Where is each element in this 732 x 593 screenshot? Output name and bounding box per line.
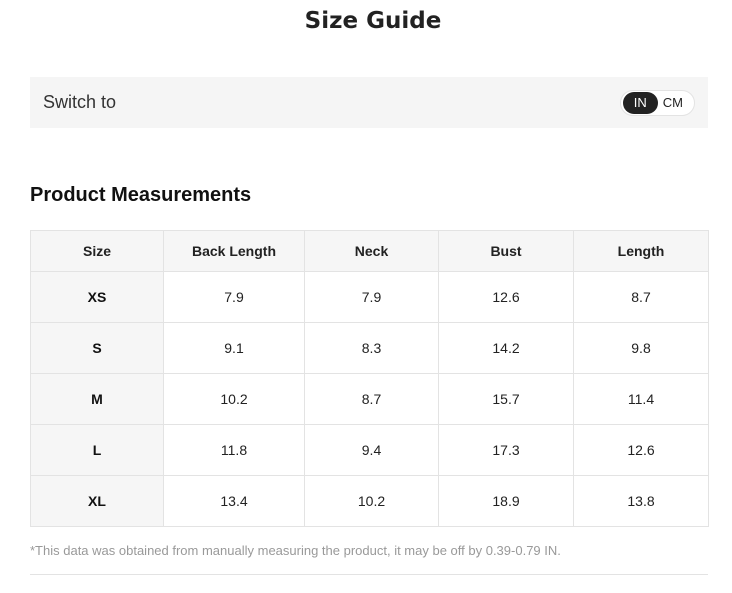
table-row: XL 13.4 10.2 18.9 13.8	[30, 475, 709, 527]
measurements-table: Size Back Length Neck Bust Length XS 7.9…	[30, 230, 709, 527]
page-title: Size Guide	[304, 8, 442, 34]
unit-switch-bar: Switch to IN CM	[30, 77, 708, 128]
table-row: S 9.1 8.3 14.2 9.8	[30, 322, 709, 374]
section-title: Product Measurements	[30, 184, 252, 206]
table-cell: 9.4	[304, 424, 439, 476]
size-cell: L	[30, 424, 164, 476]
table-row: L 11.8 9.4 17.3 12.6	[30, 424, 709, 476]
switch-label: Switch to	[43, 92, 117, 112]
column-header: Neck	[304, 230, 439, 272]
table-row: XS 7.9 7.9 12.6 8.7	[30, 271, 709, 323]
table-cell: 13.8	[573, 475, 709, 527]
table-cell: 9.1	[163, 322, 305, 374]
size-cell: M	[30, 373, 164, 425]
table-cell: 8.3	[304, 322, 439, 374]
table-cell: 7.9	[163, 271, 305, 323]
table-cell: 11.4	[573, 373, 709, 425]
table-header-row: Size Back Length Neck Bust Length	[30, 230, 709, 272]
column-header: Bust	[438, 230, 574, 272]
table-cell: 10.2	[163, 373, 305, 425]
column-header: Back Length	[163, 230, 305, 272]
measurement-note: *This data was obtained from manually me…	[30, 543, 561, 558]
table-cell: 8.7	[304, 373, 439, 425]
table-cell: 12.6	[573, 424, 709, 476]
size-cell: XL	[30, 475, 164, 527]
column-header: Length	[573, 230, 709, 272]
table-row: M 10.2 8.7 15.7 11.4	[30, 373, 709, 425]
table-cell: 9.8	[573, 322, 709, 374]
divider	[30, 574, 708, 575]
size-cell: XS	[30, 271, 164, 323]
table-cell: 15.7	[438, 373, 574, 425]
table-cell: 18.9	[438, 475, 574, 527]
unit-toggle[interactable]: IN CM	[619, 89, 695, 116]
unit-option-cm[interactable]: CM	[658, 92, 692, 114]
table-cell: 14.2	[438, 322, 574, 374]
size-cell: S	[30, 322, 164, 374]
table-cell: 8.7	[573, 271, 709, 323]
table-cell: 12.6	[438, 271, 574, 323]
table-cell: 11.8	[163, 424, 305, 476]
column-header: Size	[30, 230, 164, 272]
table-cell: 17.3	[438, 424, 574, 476]
table-cell: 10.2	[304, 475, 439, 527]
unit-option-in[interactable]: IN	[622, 91, 658, 114]
table-cell: 13.4	[163, 475, 305, 527]
table-cell: 7.9	[304, 271, 439, 323]
